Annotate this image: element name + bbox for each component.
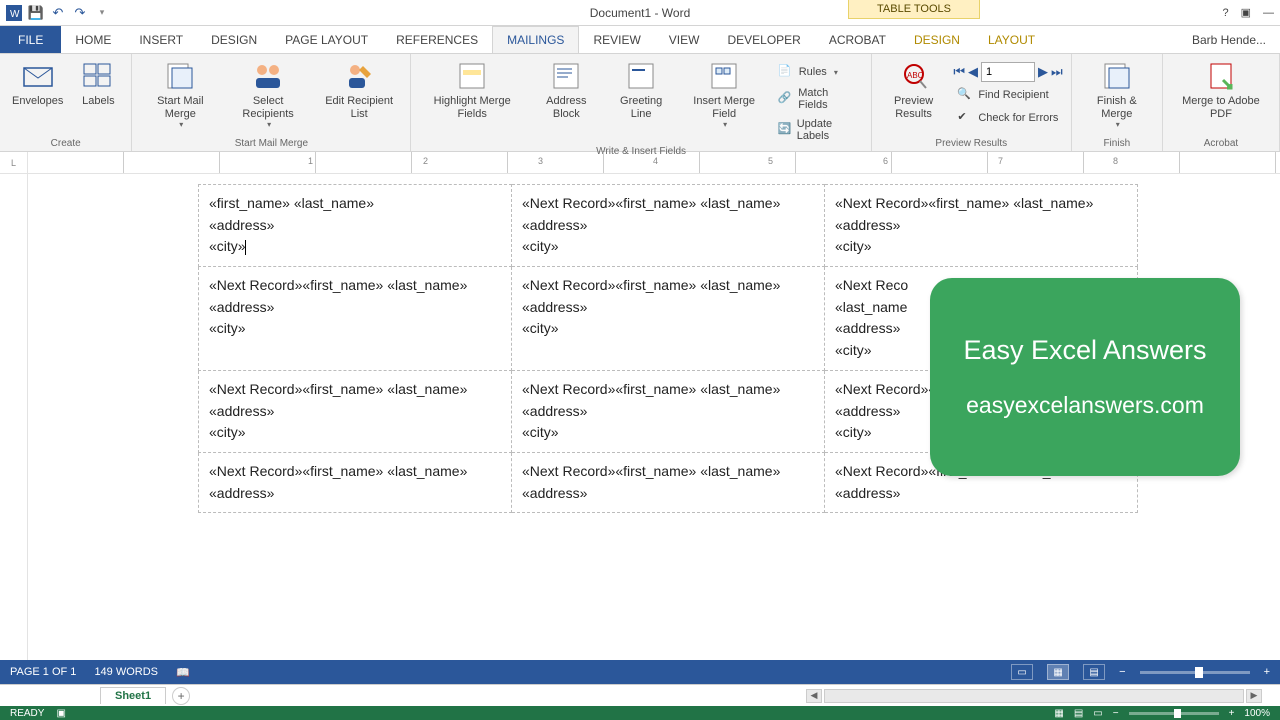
first-record-icon[interactable]: ⏮: [953, 64, 965, 80]
tab-mailings[interactable]: MAILINGS: [492, 26, 579, 53]
excel-zoom-in-icon[interactable]: +: [1229, 708, 1235, 719]
zoom-in-icon[interactable]: +: [1264, 666, 1270, 678]
tab-file[interactable]: FILE: [0, 26, 61, 53]
label-cell[interactable]: «Next Record»«first_name» «last_name»«ad…: [199, 452, 512, 512]
word-app-icon: W: [6, 5, 22, 21]
group-preview-results: ABCPreview Results ⏮ ◀ ▶ ⏭ 🔍Find Recipie…: [872, 54, 1072, 151]
record-number-input[interactable]: [981, 62, 1035, 82]
ribbon-tabs: FILE HOME INSERT DESIGN PAGE LAYOUT REFE…: [0, 26, 1280, 54]
minimize-icon[interactable]: —: [1263, 7, 1274, 19]
read-mode-icon[interactable]: ▭: [1011, 664, 1033, 680]
scroll-left-icon[interactable]: ◀: [806, 689, 822, 703]
ruler: L 1 2 3 4 5 6 7 8: [0, 152, 1280, 174]
help-icon[interactable]: ?: [1222, 7, 1228, 19]
user-name[interactable]: Barb Hende...: [1178, 26, 1280, 53]
find-recipient-button[interactable]: 🔍Find Recipient: [953, 85, 1062, 105]
tab-review[interactable]: REVIEW: [579, 26, 654, 53]
prev-record-icon[interactable]: ◀: [968, 64, 978, 80]
tab-view[interactable]: VIEW: [655, 26, 714, 53]
tab-acrobat[interactable]: ACROBAT: [815, 26, 900, 53]
start-mail-merge-button[interactable]: Start Mail Merge▾: [140, 58, 220, 131]
edit-recipient-list-button[interactable]: Edit Recipient List: [316, 58, 402, 122]
tab-insert[interactable]: INSERT: [125, 26, 197, 53]
tab-home[interactable]: HOME: [61, 26, 125, 53]
group-start-mail-merge: Start Mail Merge▾ Select Recipients▾ Edi…: [132, 54, 411, 151]
horizontal-scrollbar[interactable]: [824, 689, 1244, 703]
label-cell[interactable]: «Next Record»«first_name» «last_name»«ad…: [512, 452, 825, 512]
excel-zoom-slider[interactable]: [1129, 712, 1219, 715]
tab-developer[interactable]: DEVELOPER: [713, 26, 814, 53]
svg-text:ABC: ABC: [907, 71, 924, 80]
excel-zoom-level[interactable]: 100%: [1244, 708, 1270, 719]
scroll-right-icon[interactable]: ▶: [1246, 689, 1262, 703]
label-cell[interactable]: «Next Record»«first_name» «last_name»«ad…: [825, 185, 1138, 267]
match-fields-button[interactable]: 🔗Match Fields: [774, 85, 863, 113]
group-write-insert: Highlight Merge Fields Address Block Gre…: [411, 54, 871, 151]
word-status-bar: PAGE 1 OF 1 149 WORDS 📖 ▭ ▦ ▤ − +: [0, 660, 1280, 684]
horizontal-ruler[interactable]: 1 2 3 4 5 6 7 8: [28, 152, 1280, 173]
insert-merge-field-button[interactable]: Insert Merge Field▾: [681, 58, 768, 131]
update-labels-button[interactable]: 🔄Update Labels: [774, 116, 863, 144]
tab-page-layout[interactable]: PAGE LAYOUT: [271, 26, 382, 53]
vertical-ruler[interactable]: [0, 174, 28, 660]
ribbon: Envelopes Labels Create Start Mail Merge…: [0, 54, 1280, 152]
check-errors-button[interactable]: ✔Check for Errors: [953, 108, 1062, 128]
preview-results-button[interactable]: ABCPreview Results: [880, 58, 948, 122]
label-cell[interactable]: «Next Record»«first_name» «last_name»«ad…: [199, 267, 512, 371]
excel-zoom-out-icon[interactable]: −: [1113, 708, 1119, 719]
tab-table-design[interactable]: DESIGN: [900, 26, 974, 53]
title-bar: W 💾 ↶ ↷ ▾ Document1 - Word TABLE TOOLS ?…: [0, 0, 1280, 26]
zoom-out-icon[interactable]: −: [1119, 666, 1125, 678]
ribbon-display-icon[interactable]: ▣: [1241, 6, 1251, 19]
rules-button[interactable]: 📄Rules▾: [774, 62, 863, 82]
qat-customize-icon[interactable]: ▾: [94, 5, 110, 21]
undo-icon[interactable]: ↶: [50, 5, 66, 21]
excel-page-break-icon[interactable]: ▭: [1093, 708, 1102, 719]
tab-selector[interactable]: L: [0, 152, 28, 173]
group-create: Envelopes Labels Create: [0, 54, 132, 151]
label-cell[interactable]: «Next Record»«first_name» «last_name»«ad…: [512, 267, 825, 371]
labels-button[interactable]: Labels: [73, 58, 123, 110]
web-layout-icon[interactable]: ▤: [1083, 664, 1105, 680]
envelopes-button[interactable]: Envelopes: [8, 58, 67, 110]
label-cell[interactable]: «Next Record»«first_name» «last_name»«ad…: [199, 370, 512, 452]
finish-merge-button[interactable]: Finish & Merge▾: [1080, 58, 1154, 131]
greeting-line-button[interactable]: Greeting Line: [608, 58, 675, 122]
page-indicator[interactable]: PAGE 1 OF 1: [10, 666, 76, 678]
spell-check-icon[interactable]: 📖: [176, 666, 190, 679]
excel-sheet-tabs: Sheet1 + ◀ ▶: [0, 684, 1280, 706]
tab-design[interactable]: DESIGN: [197, 26, 271, 53]
group-acrobat: Merge to Adobe PDF Acrobat: [1163, 54, 1280, 151]
excel-ready: READY: [10, 708, 44, 719]
word-count[interactable]: 149 WORDS: [94, 666, 158, 678]
address-block-button[interactable]: Address Block: [531, 58, 602, 122]
print-layout-icon[interactable]: ▦: [1047, 664, 1069, 680]
save-icon[interactable]: 💾: [28, 5, 44, 21]
macro-record-icon[interactable]: ▣: [56, 708, 65, 719]
label-cell[interactable]: «Next Record»«first_name» «last_name»«ad…: [512, 370, 825, 452]
svg-text:W: W: [10, 9, 20, 20]
group-finish: Finish & Merge▾ Finish: [1072, 54, 1163, 151]
label-cell[interactable]: «first_name» «last_name»«address»«city»: [199, 185, 512, 267]
branding-overlay: Easy Excel Answers easyexcelanswers.com: [930, 278, 1240, 476]
merge-to-pdf-button[interactable]: Merge to Adobe PDF: [1171, 58, 1271, 122]
tab-references[interactable]: REFERENCES: [382, 26, 492, 53]
highlight-merge-fields-button[interactable]: Highlight Merge Fields: [419, 58, 525, 122]
tab-table-layout[interactable]: LAYOUT: [974, 26, 1049, 53]
label-cell[interactable]: «Next Record»«first_name» «last_name»«ad…: [512, 185, 825, 267]
redo-icon[interactable]: ↷: [72, 5, 88, 21]
zoom-slider[interactable]: [1140, 671, 1250, 674]
document-title: Document1 - Word: [590, 6, 690, 20]
select-recipients-button[interactable]: Select Recipients▾: [226, 58, 310, 131]
sheet-tab[interactable]: Sheet1: [100, 687, 166, 704]
last-record-icon[interactable]: ⏭: [1051, 64, 1063, 80]
excel-page-layout-icon[interactable]: ▤: [1074, 708, 1083, 719]
table-tools-tab[interactable]: TABLE TOOLS: [848, 0, 980, 19]
next-record-icon[interactable]: ▶: [1038, 64, 1048, 80]
add-sheet-icon[interactable]: +: [172, 687, 190, 705]
excel-status-bar: READY ▣ ▦ ▤ ▭ − + 100%: [0, 706, 1280, 720]
excel-normal-view-icon[interactable]: ▦: [1054, 708, 1063, 719]
